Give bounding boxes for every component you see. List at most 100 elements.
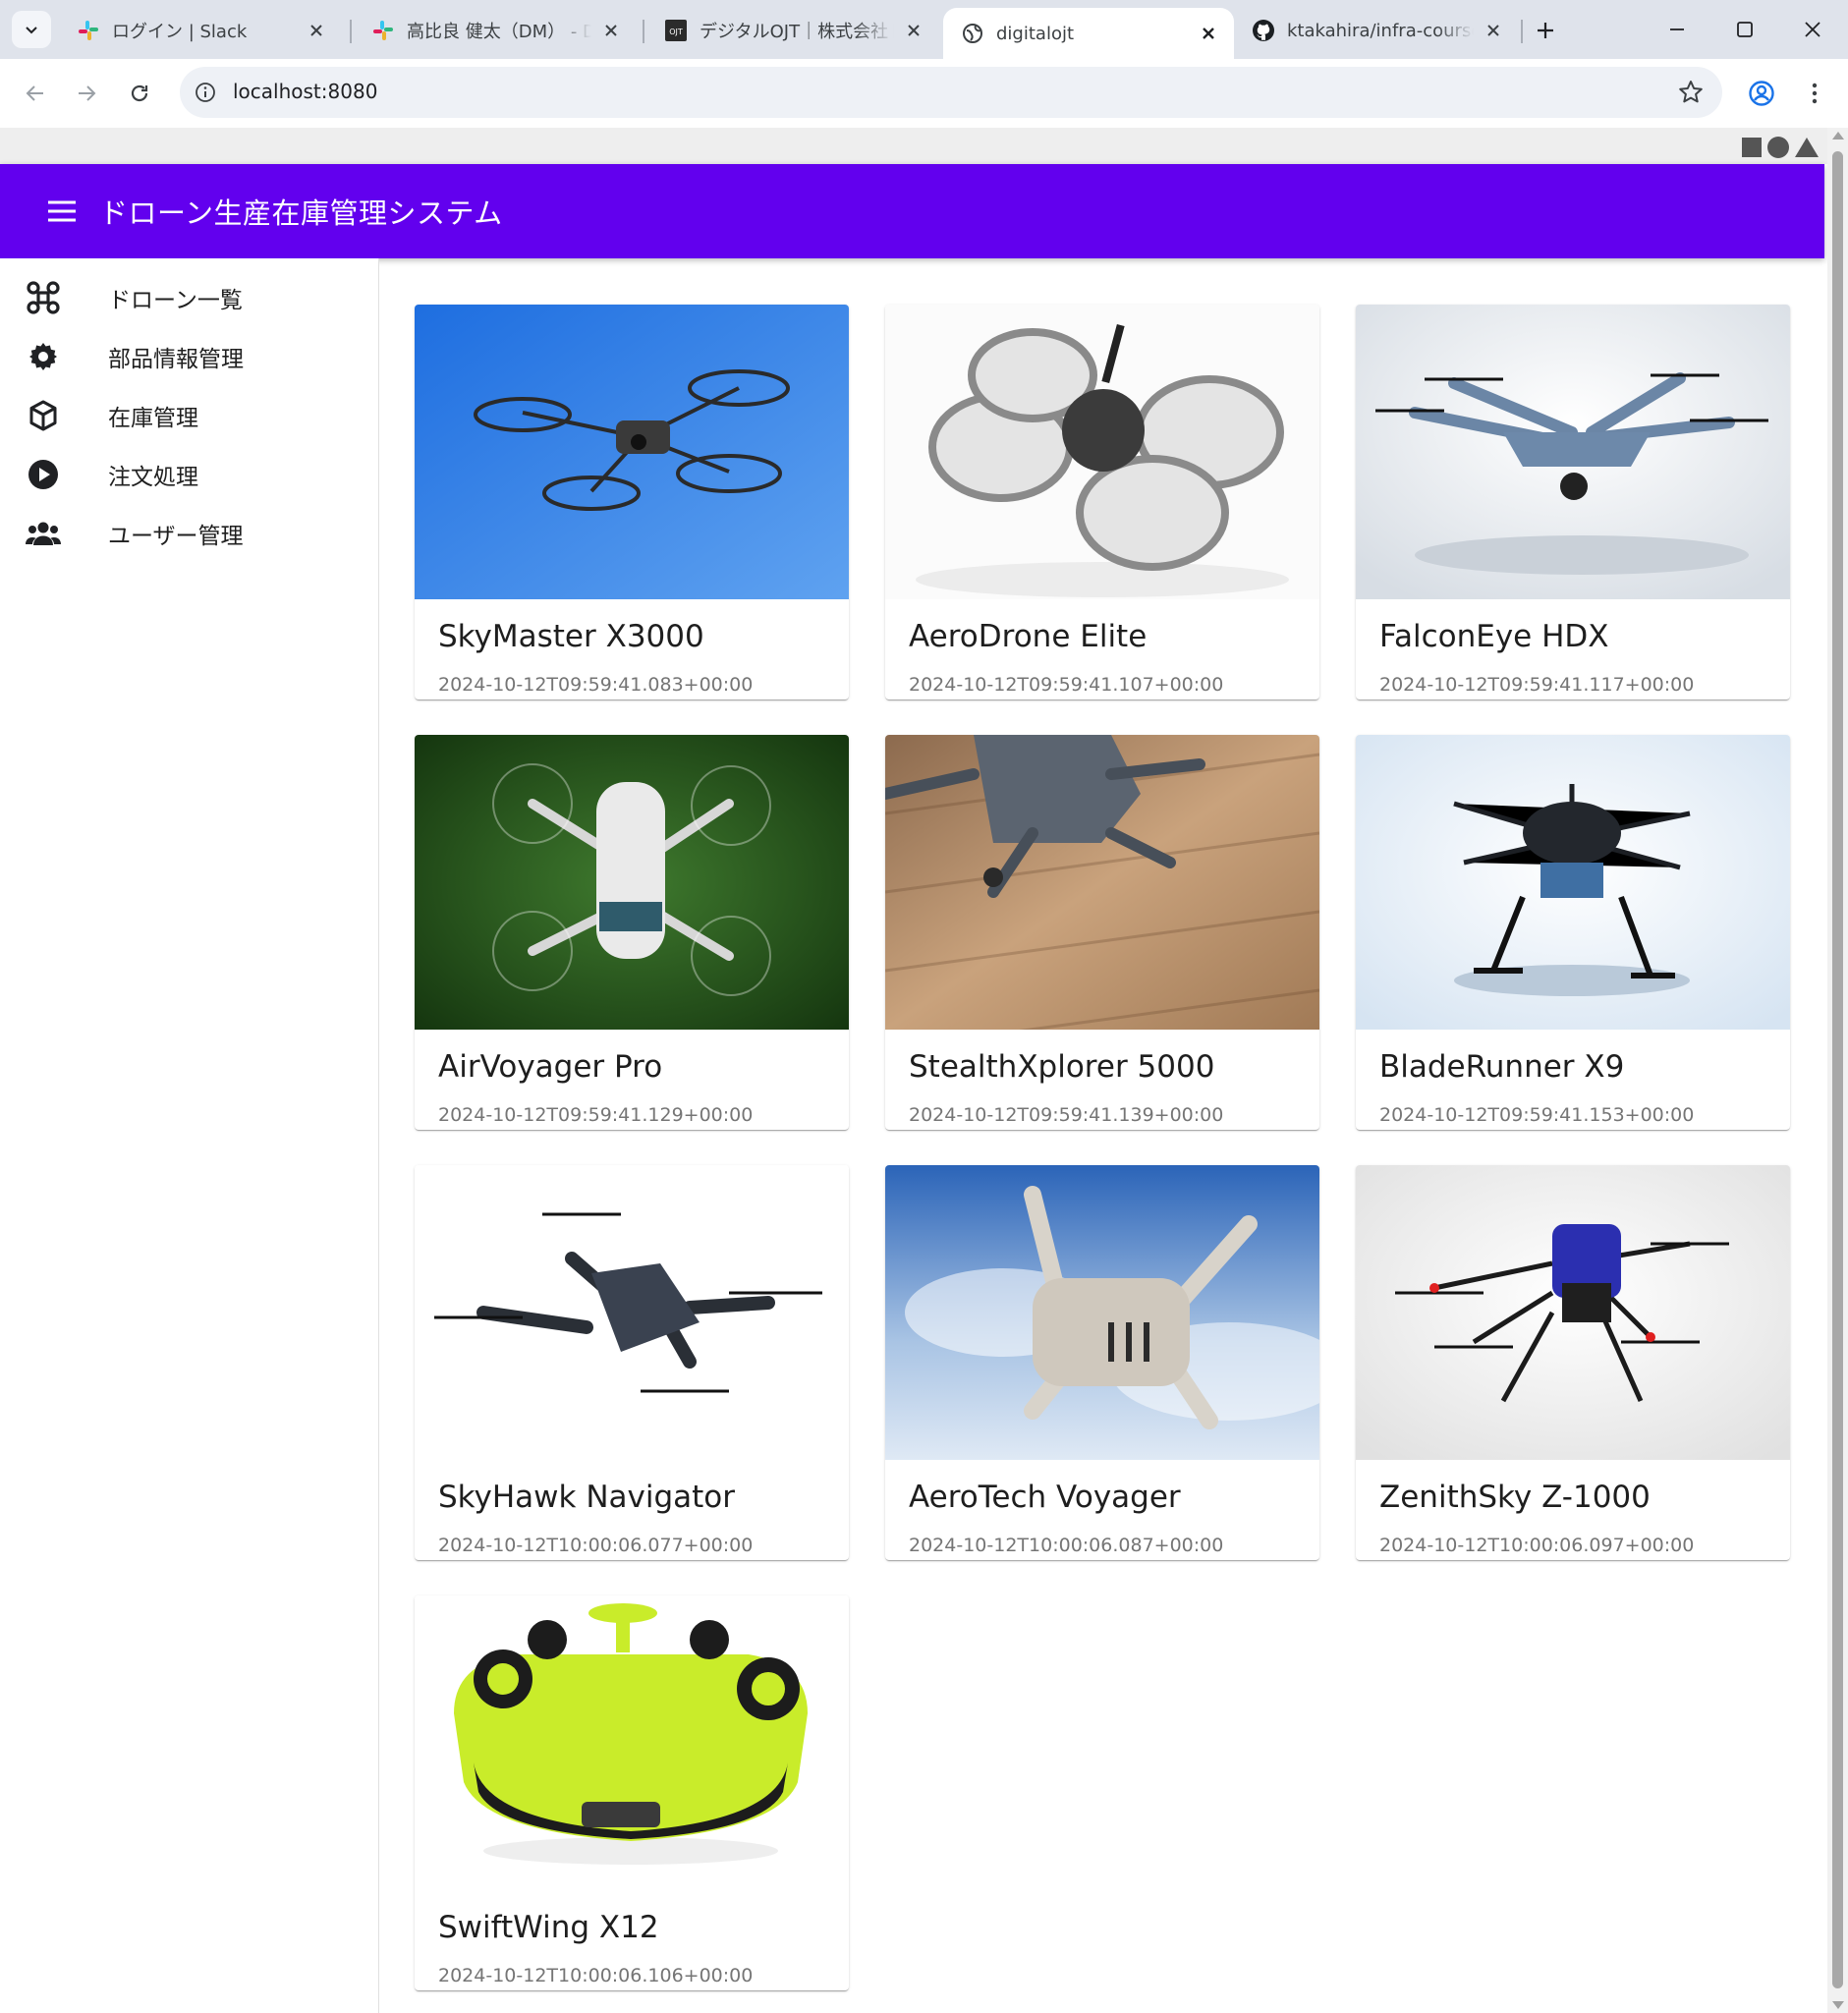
drone-image [415,735,849,1030]
drone-name: StealthXplorer 5000 [909,1049,1215,1085]
slack-icon [373,21,393,40]
close-icon[interactable] [902,19,925,42]
nav-label: 注文処理 [108,465,198,490]
hamburger-menu-button[interactable] [42,192,82,231]
circle-icon [1767,137,1789,158]
nav-item-inventory[interactable]: 在庫管理 [0,386,378,445]
nav-item-drone-list[interactable]: ドローン一覧 [0,268,378,327]
drone-card[interactable]: SkyHawk Navigator 2024-10-12T10:00:06.07… [415,1165,849,1560]
users-icon [26,516,61,551]
tab-label: ktakahira/infra-course-demo [1287,20,1474,41]
drone-name: ZenithSky Z-1000 [1379,1480,1651,1515]
tab-label: digitalojt [996,23,1075,44]
drone-image [885,305,1319,599]
profile-icon [1749,81,1774,106]
nav-label: ユーザー管理 [108,524,244,549]
globe-icon [963,24,982,43]
site-info-icon[interactable] [192,79,219,106]
drone-image [885,1165,1319,1460]
drone-card[interactable]: StealthXplorer 5000 2024-10-12T09:59:41.… [885,735,1319,1130]
arrow-left-icon [26,85,43,101]
tab-separator [643,20,644,43]
drone-created-at: 2024-10-12T10:00:06.077+00:00 [438,1535,754,1556]
drone-created-at: 2024-10-12T09:59:41.153+00:00 [1379,1104,1695,1126]
tab-separator [1521,20,1523,43]
drone-card[interactable]: AirVoyager Pro 2024-10-12T09:59:41.129+0… [415,735,849,1130]
drone-card[interactable]: BladeRunner X9 2024-10-12T09:59:41.153+0… [1356,735,1790,1130]
nav-item-orders[interactable]: 注文処理 [0,445,378,504]
drone-name: AeroTech Voyager [909,1480,1181,1515]
drone-image [415,305,849,599]
maximize-icon [1737,22,1753,37]
drone-image [415,1595,849,1890]
reload-icon [131,84,148,102]
tab-separator [350,20,352,43]
nav-item-users[interactable]: ユーザー管理 [0,504,378,563]
tab-label: 高比良 健太（DM） - Digital OJT - Slack [407,22,591,42]
browser-tab-digitalojt-corp[interactable]: OJT デジタルOJT｜株式会社ドットモーション [646,8,939,53]
drone-created-at: 2024-10-12T10:00:06.097+00:00 [1379,1535,1695,1556]
drone-card[interactable]: AeroDrone Elite 2024-10-12T09:59:41.107+… [885,305,1319,699]
extension-bar [0,128,1827,164]
browser-tab-slack-dm[interactable]: 高比良 健太（DM） - Digital OJT - Slack [354,8,637,53]
close-icon[interactable] [305,19,328,42]
chevron-down-icon [26,27,37,34]
github-icon [1253,20,1274,41]
scroll-down-arrow[interactable] [1832,2001,1844,2009]
shapes-widget[interactable] [1741,136,1820,159]
close-icon[interactable] [1482,19,1505,42]
drone-name: SkyMaster X3000 [438,619,704,654]
drone-card[interactable]: SwiftWing X12 2024-10-12T10:00:06.106+00… [415,1595,849,1990]
back-button[interactable] [14,72,57,115]
tab-label: ログイン | Slack [112,22,248,42]
drone-name: BladeRunner X9 [1379,1049,1625,1085]
new-tab-button[interactable] [1529,14,1562,47]
drone-created-at: 2024-10-12T09:59:41.117+00:00 [1379,674,1695,696]
drone-card[interactable]: AeroTech Voyager 2024-10-12T10:00:06.087… [885,1165,1319,1560]
tab-label: デジタルOJT｜株式会社ドットモーション [700,22,894,42]
menu-icon [48,200,76,222]
drone-created-at: 2024-10-12T09:59:41.139+00:00 [909,1104,1224,1126]
nav-label: 在庫管理 [108,406,198,431]
maximize-button[interactable] [1725,12,1764,47]
close-icon[interactable] [599,19,623,42]
page-scrollbar[interactable] [1827,128,1848,2013]
slack-icon [79,21,98,40]
page-viewport: ドローン生産在庫管理システム ドローン一覧 部品情報管理 在庫管理 注文処理 ユ… [0,128,1848,2013]
package-icon [26,398,61,433]
app-bar: ドローン生産在庫管理システム [0,164,1824,258]
close-icon [1805,22,1820,37]
scrollbar-thumb[interactable] [1832,151,1843,1988]
scroll-up-arrow[interactable] [1832,132,1844,140]
close-icon[interactable] [1197,22,1220,45]
drone-icon [26,280,61,315]
forward-button[interactable] [65,72,108,115]
drone-image [1356,1165,1790,1460]
nav-label: 部品情報管理 [108,347,244,372]
browser-tab-digitalojt[interactable]: digitalojt [943,8,1234,59]
drone-created-at: 2024-10-12T09:59:41.083+00:00 [438,674,754,696]
drone-card[interactable]: SkyMaster X3000 2024-10-12T09:59:41.083+… [415,305,849,699]
address-bar[interactable]: localhost:8080 [180,67,1722,118]
nav-item-parts[interactable]: 部品情報管理 [0,327,378,386]
bookmark-star-icon[interactable] [1677,79,1705,106]
drone-name: AeroDrone Elite [909,619,1148,654]
browser-tab-github[interactable]: ktakahira/infra-course-demo [1234,8,1519,53]
minimize-icon [1670,28,1684,30]
drone-card[interactable]: FalconEye HDX 2024-10-12T09:59:41.117+00… [1356,305,1790,699]
browser-tabstrip: ログイン | Slack 高比良 健太（DM） - Digital OJT - … [0,0,1848,59]
plus-icon [1538,23,1553,38]
minimize-button[interactable] [1657,12,1697,47]
browser-tab-slack-login[interactable]: ログイン | Slack [59,8,342,53]
drone-name: AirVoyager Pro [438,1049,663,1085]
browser-menu-button[interactable] [1795,74,1834,113]
close-window-button[interactable] [1793,12,1832,47]
profile-button[interactable] [1742,74,1781,113]
app-title: ドローン生産在庫管理システム [99,196,503,230]
more-vert-icon [1812,83,1818,104]
drone-created-at: 2024-10-12T10:00:06.106+00:00 [438,1965,754,1986]
tab-search-button[interactable] [12,11,51,48]
reload-button[interactable] [118,72,161,115]
drone-card[interactable]: ZenithSky Z-1000 2024-10-12T10:00:06.097… [1356,1165,1790,1560]
square-icon [1742,138,1762,157]
